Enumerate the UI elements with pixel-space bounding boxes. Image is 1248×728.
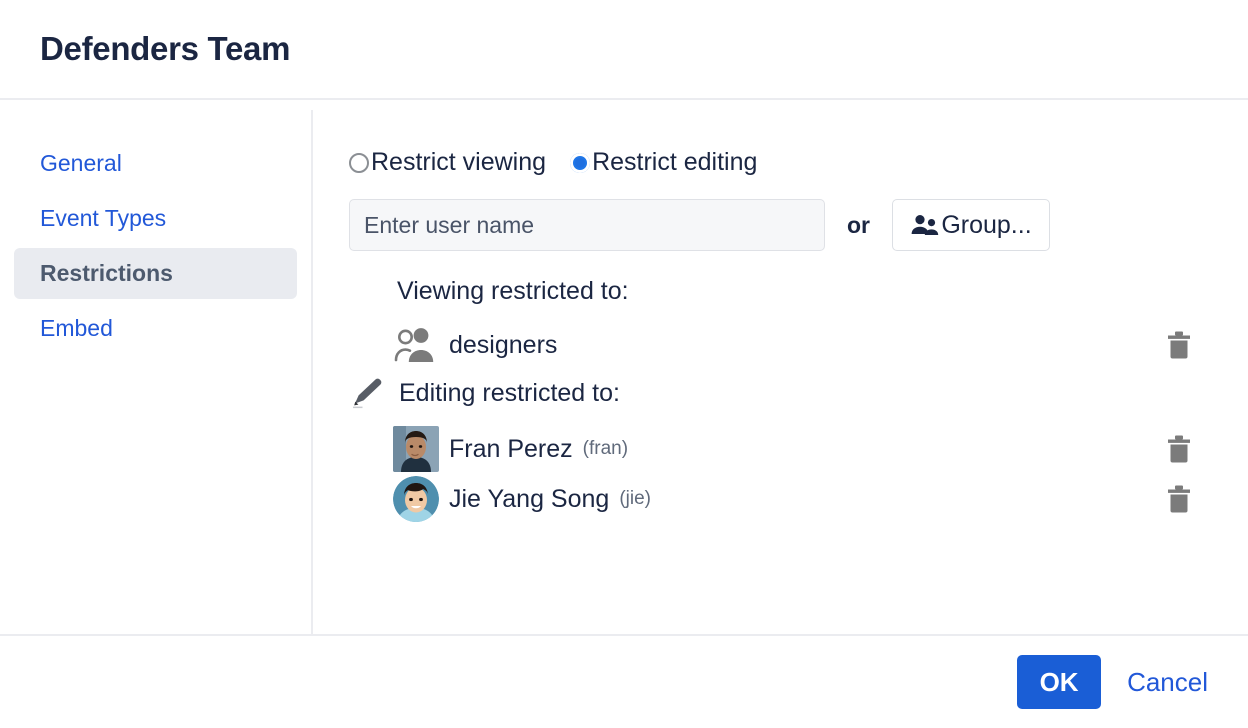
radio-restrict-viewing[interactable]: Restrict viewing <box>349 150 546 175</box>
entity-username: (fran) <box>582 438 629 459</box>
avatar <box>393 426 439 472</box>
viewing-restriction-header: Viewing restricted to: <box>349 277 1214 306</box>
editing-entity-main: Jie Yang Song (jie) <box>393 476 1162 522</box>
sidebar-item-restrictions[interactable]: Restrictions <box>14 248 297 300</box>
trash-icon <box>1166 484 1192 514</box>
user-name-input[interactable] <box>349 199 825 251</box>
add-restriction-row: or Group... <box>349 199 1214 251</box>
restrictions-panel: Restrict viewing Restrict editing or <box>313 110 1248 634</box>
delete-restriction-button[interactable] <box>1162 326 1196 364</box>
or-label: or <box>847 211 870 238</box>
avatar <box>393 476 439 522</box>
entity-name: Fran Perez <box>449 434 573 463</box>
viewing-entity-main: designers <box>393 322 1162 368</box>
dialog-header: Defenders Team <box>0 0 1248 100</box>
restrictions-dialog: Defenders Team General Event Types Restr… <box>0 0 1248 728</box>
pencil-icon <box>349 376 389 410</box>
radio-restrict-viewing-label: Restrict viewing <box>371 148 547 176</box>
list-item: Jie Yang Song (jie) <box>349 474 1214 524</box>
sidebar-item-general[interactable]: General <box>14 138 297 189</box>
viewing-restriction-section: Viewing restricted to: designers <box>349 277 1214 370</box>
cancel-button[interactable]: Cancel <box>1123 667 1212 698</box>
entity-username: (jie) <box>619 488 651 509</box>
group-icon <box>393 322 439 368</box>
restriction-mode-radio-group: Restrict viewing Restrict editing <box>349 150 1214 175</box>
dialog-body: General Event Types Restrictions Embed R… <box>0 100 1248 634</box>
radio-checked-icon <box>570 152 591 173</box>
sidebar-item-embed[interactable]: Embed <box>14 303 297 354</box>
editing-restriction-section: Editing restricted to: Fran Perez (fran)… <box>349 376 1214 524</box>
dialog-footer: OK Cancel <box>0 634 1248 728</box>
editing-entity-main: Fran Perez (fran) <box>393 426 1162 472</box>
radio-unchecked-icon <box>349 152 369 173</box>
list-item: Fran Perez (fran) <box>349 424 1214 474</box>
group-button-label: Group... <box>941 210 1032 239</box>
entity-name: Jie Yang Song <box>449 484 610 513</box>
trash-icon <box>1166 330 1192 360</box>
entity-name: designers <box>449 330 558 359</box>
viewing-restriction-list: designers <box>349 320 1214 370</box>
editing-restriction-list: Fran Perez (fran) Jie Yang Song (jie) <box>349 424 1214 524</box>
viewing-restriction-title: Viewing restricted to: <box>397 277 629 305</box>
ok-button[interactable]: OK <box>1017 655 1102 709</box>
group-button[interactable]: Group... <box>892 199 1050 251</box>
editing-restriction-title: Editing restricted to: <box>399 378 620 407</box>
delete-restriction-button[interactable] <box>1162 480 1196 518</box>
trash-icon <box>1166 434 1192 464</box>
radio-restrict-editing[interactable]: Restrict editing <box>570 150 757 175</box>
sidebar-item-event-types[interactable]: Event Types <box>14 193 297 244</box>
users-icon <box>910 213 940 237</box>
radio-restrict-editing-label: Restrict editing <box>592 148 758 176</box>
page-title: Defenders Team <box>40 30 291 67</box>
delete-restriction-button[interactable] <box>1162 430 1196 468</box>
sidebar: General Event Types Restrictions Embed <box>0 110 313 634</box>
list-item: designers <box>349 320 1214 370</box>
editing-restriction-header: Editing restricted to: <box>349 376 1214 410</box>
